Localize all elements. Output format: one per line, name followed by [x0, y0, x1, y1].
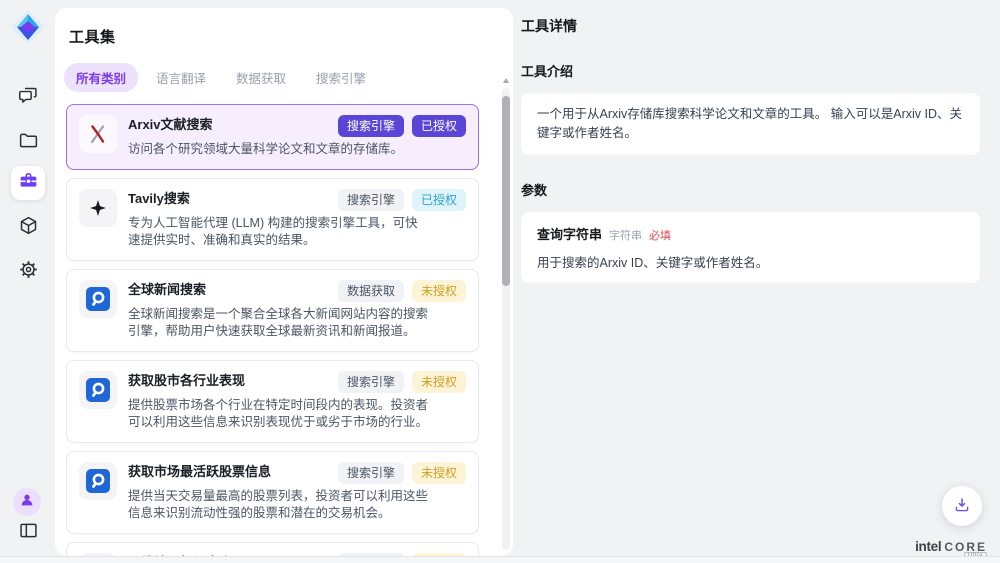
tool-auth-badge: 未授权 — [412, 462, 466, 484]
param-description: 用于搜索的Arxiv ID、关键字或作者姓名。 — [537, 252, 964, 271]
intro-text: 一个用于从Arxiv存储库搜索科学论文和文章的工具。 输入可以是Arxiv ID… — [537, 105, 964, 143]
tool-card[interactable]: Tavily搜索 搜索引擎 已授权 专为人工智能代理 (LLM) 构建的搜索引擎… — [66, 178, 479, 261]
category-tab[interactable]: 搜索引擎 — [304, 63, 378, 92]
tool-card[interactable]: 获取市场最活跃股票信息 搜索引擎 未授权 提供当天交易量最高的股票列表，投资者可… — [66, 451, 479, 534]
folder-icon — [18, 130, 39, 156]
intro-heading: 工具介绍 — [521, 61, 980, 80]
params-heading: 参数 — [521, 180, 980, 199]
user-avatar-icon — [19, 492, 35, 513]
left-rail — [0, 0, 55, 563]
toolbox-icon — [18, 170, 39, 196]
tool-description: 专为人工智能代理 (LLM) 构建的搜索引擎工具，可快速提供实时、准确和真实的结… — [128, 215, 428, 250]
tool-category-badge: 数据获取 — [338, 280, 404, 302]
arxiv-icon — [79, 115, 117, 153]
tool-auth-badge: 已授权 — [412, 115, 466, 137]
param-name: 查询字符串 — [537, 224, 602, 243]
tool-auth-badge: 已授权 — [412, 189, 466, 211]
nav-models[interactable] — [11, 211, 45, 245]
nav-user[interactable] — [13, 488, 41, 516]
intel-core-logo: intel CORE Ultra — [915, 539, 987, 554]
tool-auth-badge: 未授权 — [412, 371, 466, 393]
download-icon — [953, 496, 971, 517]
param-required-badge: 必填 — [649, 227, 671, 243]
app-logo — [10, 9, 46, 45]
chat-icon — [18, 85, 39, 111]
tool-category-badge: 搜索引擎 — [338, 189, 404, 211]
star-icon — [79, 189, 117, 227]
tool-description: 提供当天交易量最高的股票列表，投资者可以利用这些信息来识别流动性强的股票和潜在的… — [128, 488, 428, 523]
tool-card[interactable]: Arxiv文献搜索 搜索引擎 已授权 访问各个研究领域大量科学论文和文章的存储库… — [66, 104, 479, 170]
nav-files[interactable] — [11, 126, 45, 160]
nav-panel-toggle[interactable] — [11, 516, 45, 550]
tool-category-badge: 搜索引擎 — [338, 371, 404, 393]
param-type: 字符串 — [609, 227, 642, 243]
tool-card[interactable]: 全球新闻搜索 数据获取 未授权 全球新闻搜索是一个聚合全球各大新闻网站内容的搜索… — [66, 269, 479, 352]
tool-description: 全球新闻搜索是一个聚合全球各大新闻网站内容的搜索引擎，帮助用户快速获取全球最新资… — [128, 306, 428, 341]
brand-intel: intel — [915, 539, 941, 554]
intro-box: 一个用于从Arxiv存储库搜索科学论文和文章的工具。 输入可以是Arxiv ID… — [521, 93, 980, 155]
tool-category-badge: 搜索引擎 — [338, 115, 404, 137]
tool-title: Arxiv文献搜索 — [128, 115, 330, 133]
tool-title: 全球新闻搜索 — [128, 280, 330, 298]
panel-toggle-icon — [18, 520, 39, 546]
param-box: 查询字符串 字符串 必填 用于搜索的Arxiv ID、关键字或作者姓名。 — [521, 212, 980, 283]
tool-description: 提供股票市场各个行业在特定时间段内的表现。投资者可以利用这些信息来识别表现优于或… — [128, 397, 428, 432]
download-button[interactable] — [942, 486, 982, 526]
nav-chat[interactable] — [11, 81, 45, 115]
tool-title: 获取市场最活跃股票信息 — [128, 462, 330, 480]
cube-icon — [18, 215, 39, 241]
tool-detail-panel: 工具详情 工具介绍 一个用于从Arxiv存储库搜索科学论文和文章的工具。 输入可… — [513, 0, 1000, 556]
tool-list: Arxiv文献搜索 搜索引擎 已授权 访问各个研究领域大量科学论文和文章的存储库… — [66, 104, 503, 556]
tool-title: Tavily搜索 — [128, 189, 330, 207]
category-tab[interactable]: 数据获取 — [224, 63, 298, 92]
category-tab[interactable]: 所有类别 — [64, 63, 138, 92]
category-tab[interactable]: 语言翻译 — [144, 63, 218, 92]
tool-title: 获取股市各行业表现 — [128, 371, 330, 389]
search-q-icon — [79, 462, 117, 500]
nav-settings[interactable] — [11, 255, 45, 289]
page-title: 工具集 — [55, 8, 513, 47]
tool-category-badge: 搜索引擎 — [338, 462, 404, 484]
window-bottom-edge — [0, 556, 1000, 563]
search-q-icon — [79, 280, 117, 318]
category-tabs: 所有类别 语言翻译 数据获取 搜索引擎 — [64, 63, 513, 92]
scrollbar-thumb[interactable] — [502, 96, 510, 286]
tool-auth-badge: 未授权 — [412, 280, 466, 302]
tool-list-panel: 工具集 所有类别 语言翻译 数据获取 搜索引擎 Arxiv文献搜索 搜索引擎 已… — [55, 8, 513, 556]
tool-card[interactable]: 万维地区新闻查询 搜索引擎 未授权 查询具体行政区划内的新闻，快速了解各地新闻动 — [66, 542, 479, 557]
nav-toolbox[interactable] — [11, 166, 45, 200]
list-scrollbar[interactable] — [502, 88, 510, 550]
scrollbar-up-arrow[interactable] — [503, 78, 509, 83]
tool-description: 访问各个研究领域大量科学论文和文章的存储库。 — [128, 141, 428, 159]
gear-icon — [18, 259, 39, 285]
detail-title: 工具详情 — [521, 16, 980, 36]
search-q-icon — [79, 371, 117, 409]
tool-card[interactable]: 获取股市各行业表现 搜索引擎 未授权 提供股票市场各个行业在特定时间段内的表现。… — [66, 360, 479, 443]
